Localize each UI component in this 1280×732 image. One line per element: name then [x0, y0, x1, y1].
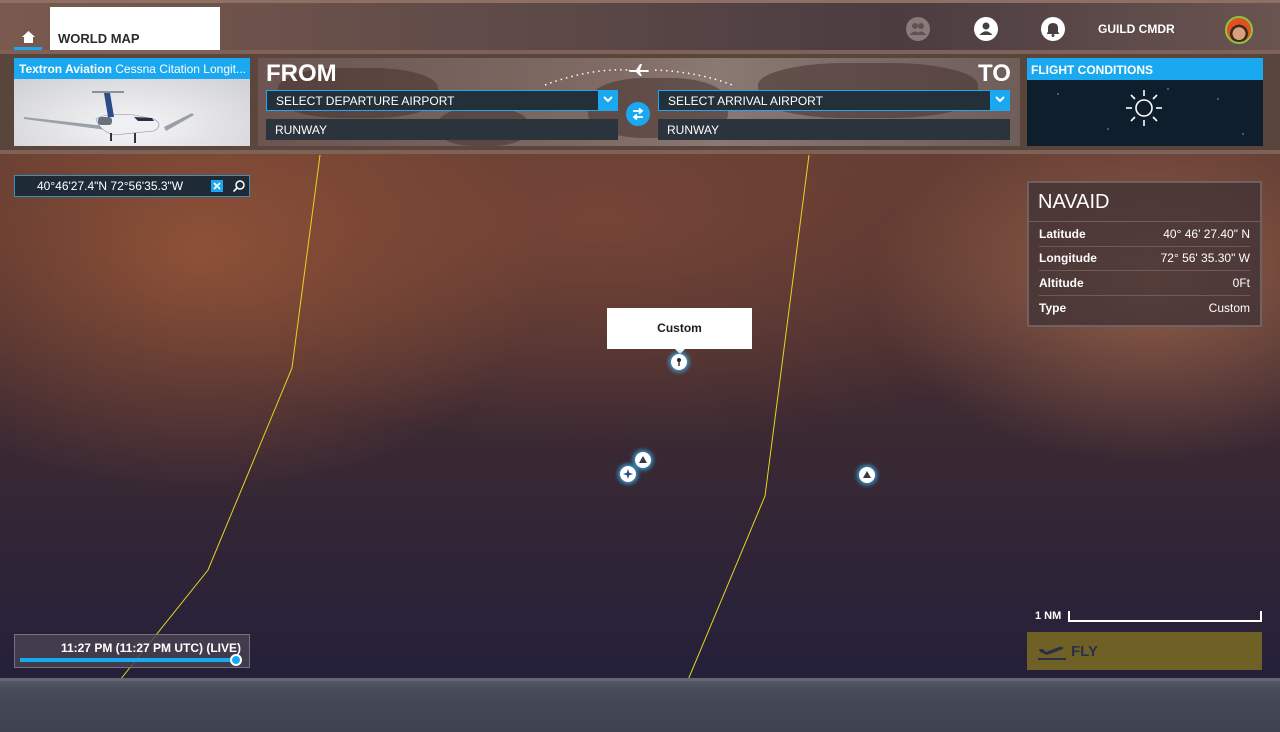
flight-route-arc	[544, 64, 736, 87]
user-avatar[interactable]	[1225, 16, 1253, 44]
home-button[interactable]	[14, 29, 42, 51]
airplane-icon	[628, 64, 649, 76]
aircraft-image	[14, 79, 250, 146]
bottom-bar	[0, 678, 1280, 732]
navaid-key: Type	[1039, 300, 1067, 315]
custom-pin-marker[interactable]	[671, 354, 687, 370]
to-label: TO	[978, 60, 1011, 87]
from-label: FROM	[266, 60, 337, 87]
arrival-airport-select[interactable]: SELECT ARRIVAL AIRPORT	[658, 90, 1010, 111]
star-dot	[1242, 133, 1244, 135]
navaid-value: Custom	[1208, 300, 1250, 315]
search-icon[interactable]	[232, 179, 246, 193]
vor-marker[interactable]	[620, 466, 636, 482]
fly-button[interactable]: FLY	[1027, 632, 1262, 670]
arrival-runway-field[interactable]: RUNWAY	[658, 119, 1010, 140]
notifications-button[interactable]	[1041, 17, 1065, 41]
business-jet-image	[24, 91, 194, 143]
navaid-row-type: Type Custom	[1039, 296, 1250, 321]
navaid-value: 0Ft	[1232, 275, 1250, 290]
triangle-icon	[863, 471, 871, 478]
navaid-title: NAVAID	[1029, 183, 1260, 222]
navaid-key: Latitude	[1039, 226, 1086, 241]
departure-runway-field[interactable]: RUNWAY	[266, 119, 618, 140]
compass-star-icon	[623, 469, 633, 479]
navaid-row-altitude: Altitude 0Ft	[1039, 271, 1250, 296]
profile-button[interactable]	[974, 17, 998, 41]
clear-icon	[213, 182, 221, 190]
waypoint-marker[interactable]	[635, 452, 651, 468]
takeoff-icon	[1038, 646, 1066, 660]
friends-button[interactable]	[906, 17, 930, 41]
chevron-down-icon	[995, 96, 1005, 103]
aircraft-selector-card[interactable]: Textron Aviation Cessna Citation Longit.…	[14, 58, 250, 146]
search-input[interactable]	[15, 176, 211, 196]
sun-icon	[1126, 90, 1162, 126]
departure-dropdown-button[interactable]	[598, 90, 618, 111]
time-slider[interactable]	[20, 654, 242, 666]
clear-search-button[interactable]	[211, 180, 223, 192]
navaid-value: 72° 56' 35.30" W	[1160, 251, 1250, 266]
navaid-info-panel: NAVAID Latitude 40° 46' 27.40" N Longitu…	[1027, 181, 1262, 327]
tab-world-map-label: WORLD MAP	[58, 31, 140, 46]
profile-icon	[979, 22, 993, 35]
fly-button-label: FLY	[1071, 643, 1098, 660]
arrival-airport-placeholder: SELECT ARRIVAL AIRPORT	[668, 94, 823, 108]
departure-airport-select[interactable]: SELECT DEPARTURE AIRPORT	[266, 90, 618, 111]
aircraft-manufacturer: Textron Aviation	[19, 62, 112, 76]
top-bar: WORLD MAP GUILD CMDR	[0, 0, 1280, 52]
time-slider-handle[interactable]	[230, 654, 242, 666]
arrival-runway-label: RUNWAY	[667, 123, 719, 137]
time-slider-fill	[20, 658, 236, 662]
pin-icon	[677, 358, 681, 366]
departure-runway-label: RUNWAY	[275, 123, 327, 137]
map-marker-tooltip: Custom	[607, 308, 752, 354]
navaid-value: 40° 46' 27.40" N	[1163, 226, 1250, 241]
departure-airport-placeholder: SELECT DEPARTURE AIRPORT	[276, 94, 455, 108]
swap-airports-button[interactable]	[626, 102, 650, 126]
triangle-icon	[639, 456, 647, 463]
swap-icon	[632, 107, 644, 121]
boundary-line-left	[119, 154, 321, 680]
navaid-row-longitude: Longitude 72° 56' 35.30" W	[1039, 247, 1250, 271]
chevron-down-icon	[603, 96, 613, 103]
flight-conditions-card[interactable]: FLIGHT CONDITIONS	[1027, 58, 1263, 146]
arrival-dropdown-button[interactable]	[990, 90, 1010, 111]
map-scale-bar	[1068, 611, 1262, 622]
star-dot	[1107, 128, 1109, 130]
coordinate-search	[14, 175, 250, 197]
star-dot	[1167, 88, 1169, 90]
flight-conditions-title: FLIGHT CONDITIONS	[1027, 58, 1263, 80]
tab-world-map[interactable]: WORLD MAP	[50, 7, 220, 52]
aircraft-title: Textron Aviation Cessna Citation Longit.…	[14, 58, 250, 79]
star-dot	[1057, 93, 1059, 95]
navaid-key: Altitude	[1039, 275, 1084, 290]
friends-icon	[909, 23, 927, 35]
aircraft-model: Cessna Citation Longit...	[115, 62, 246, 76]
navaid-row-latitude: Latitude 40° 46' 27.40" N	[1039, 222, 1250, 247]
star-dot	[1217, 98, 1219, 100]
waypoint-marker[interactable]	[859, 467, 875, 483]
boundary-line-right	[687, 154, 810, 680]
time-label: 11:27 PM (11:27 PM UTC) (LIVE)	[60, 641, 241, 655]
map-scale-label: 1 NM	[1035, 610, 1062, 622]
notifications-bell-icon	[1047, 23, 1059, 37]
time-of-day-panel: 11:27 PM (11:27 PM UTC) (LIVE)	[14, 634, 250, 668]
navaid-key: Longitude	[1039, 251, 1097, 266]
username-label[interactable]: GUILD CMDR	[1098, 22, 1175, 36]
home-icon	[22, 31, 35, 43]
